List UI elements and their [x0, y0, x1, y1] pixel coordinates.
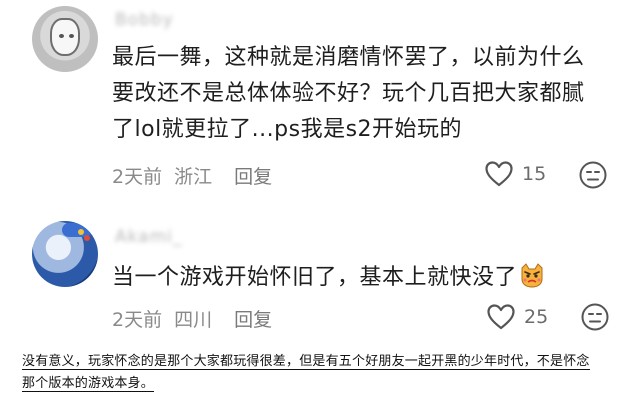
reply-button[interactable]: 回复: [234, 305, 272, 332]
location: 浙江: [174, 166, 213, 188]
like-button[interactable]: 25: [486, 303, 548, 331]
reply-button[interactable]: 回复: [234, 162, 272, 189]
like-button[interactable]: 15: [484, 160, 546, 188]
comment-text: 最后一舞，这种就是消磨情怀罢了，以前为什么 要改还不是总体体验不好？玩个几百把大…: [112, 40, 622, 148]
username[interactable]: Akami_: [115, 227, 182, 247]
avatar[interactable]: [32, 221, 98, 287]
annotation-line: 没有意义，玩家怀念的是那个大家都玩得很差，但是有五个好朋友一起开黑的少年时代，不…: [22, 354, 590, 370]
username[interactable]: Bobby: [115, 10, 174, 30]
comment-text-line: 了lol就更拉了...ps我是s2开始玩的: [112, 117, 463, 142]
timestamp: 2天前: [112, 166, 163, 188]
comment-text-line: 要改还不是总体体验不好？玩个几百把大家都腻: [112, 81, 585, 106]
avatar-eye: [69, 34, 74, 38]
dislike-face-icon[interactable]: [578, 160, 608, 190]
heart-icon[interactable]: [484, 160, 514, 188]
like-count: 15: [522, 163, 547, 185]
annotation-line: 那个版本的游戏本身。: [22, 376, 155, 392]
comment-meta: 2天前 四川 回复: [112, 305, 272, 332]
angry-cat-emoji-icon: [519, 262, 545, 288]
location: 四川: [174, 309, 213, 331]
annotation-text: 没有意义，玩家怀念的是那个大家都玩得很差，但是有五个好朋友一起开黑的少年时代，不…: [22, 351, 622, 395]
comment-text: 当一个游戏开始怀旧了，基本上就快没了: [112, 260, 622, 296]
like-count: 25: [524, 306, 549, 328]
avatar[interactable]: [32, 6, 98, 72]
avatar-eye: [59, 34, 64, 38]
comment-text-line: 当一个游戏开始怀旧了，基本上就快没了: [112, 265, 518, 290]
comment-meta: 2天前 浙江 回复: [112, 162, 272, 189]
dislike-face-icon[interactable]: [580, 302, 610, 332]
comment-text-line: 最后一舞，这种就是消磨情怀罢了，以前为什么: [112, 45, 585, 70]
heart-icon[interactable]: [486, 303, 516, 331]
avatar-face: [50, 18, 80, 56]
avatar-dot: [84, 235, 90, 241]
timestamp: 2天前: [112, 309, 163, 331]
avatar-dot: [78, 229, 84, 235]
